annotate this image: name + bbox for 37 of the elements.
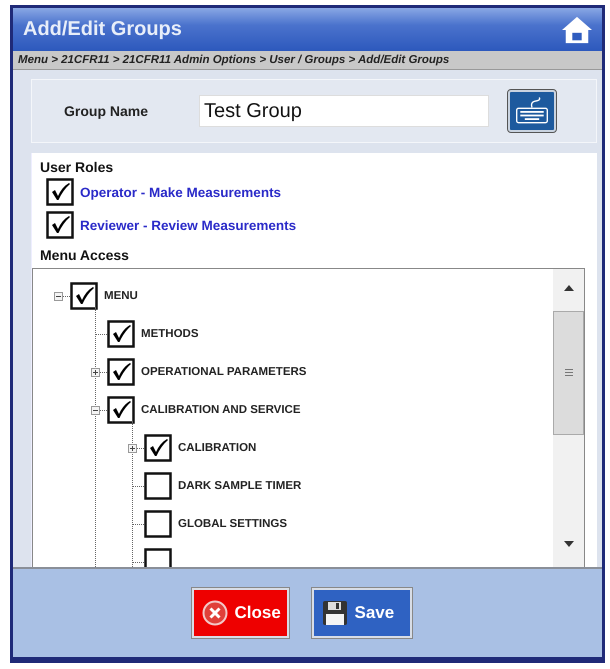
close-button[interactable]: Close <box>192 588 288 638</box>
checkbox[interactable] <box>144 434 172 462</box>
tree-item-label[interactable]: DARK SAMPLE TIMER <box>178 480 302 492</box>
checkbox[interactable] <box>70 282 98 310</box>
checkbox[interactable] <box>107 396 135 424</box>
breadcrumb: Menu > 21CFR11 > 21CFR11 Admin Options > User / Groups > Add/Edit Groups <box>13 51 602 70</box>
role-label[interactable]: Operator - Make Measurements <box>80 184 282 200</box>
checkbox[interactable] <box>46 178 74 206</box>
close-icon <box>202 600 228 626</box>
section-heading: User Roles <box>39 158 114 175</box>
scroll-down-icon[interactable] <box>562 540 574 548</box>
home-icon[interactable] <box>561 14 593 44</box>
tree-item-label[interactable]: CALIBRATION <box>178 442 256 454</box>
scrollbar[interactable] <box>553 269 584 567</box>
tree-item-label[interactable]: OPERATIONAL PARAMETERS <box>141 366 306 378</box>
checkbox[interactable] <box>107 358 135 386</box>
group-name-field[interactable]: Test Group <box>199 95 489 127</box>
checkbox[interactable] <box>144 510 172 538</box>
save-button[interactable]: Save <box>312 588 412 638</box>
checkbox[interactable] <box>107 320 135 348</box>
expand-icon[interactable] <box>128 444 137 452</box>
checkbox[interactable] <box>144 472 172 500</box>
window-title: Add/Edit Groups <box>23 18 182 41</box>
section-heading: Menu Access <box>39 246 130 263</box>
field-label: Group Name <box>64 103 150 119</box>
scroll-up-icon[interactable] <box>562 284 574 292</box>
tree-item-label[interactable]: MENU <box>104 290 138 302</box>
role-label[interactable]: Reviewer - Review Measurements <box>80 218 296 232</box>
scroll-thumb[interactable] <box>553 311 584 435</box>
tree-item-label[interactable]: METHODS <box>141 328 198 340</box>
collapse-icon[interactable] <box>91 406 100 414</box>
expand-icon[interactable] <box>91 368 100 376</box>
collapse-icon[interactable] <box>54 292 63 300</box>
keyboard-button[interactable] <box>508 90 556 132</box>
checkbox[interactable] <box>46 211 74 239</box>
tree-item-label[interactable]: CALIBRATION AND SERVICE <box>141 404 301 416</box>
tree-item-label[interactable]: GLOBAL SETTINGS <box>178 518 288 530</box>
